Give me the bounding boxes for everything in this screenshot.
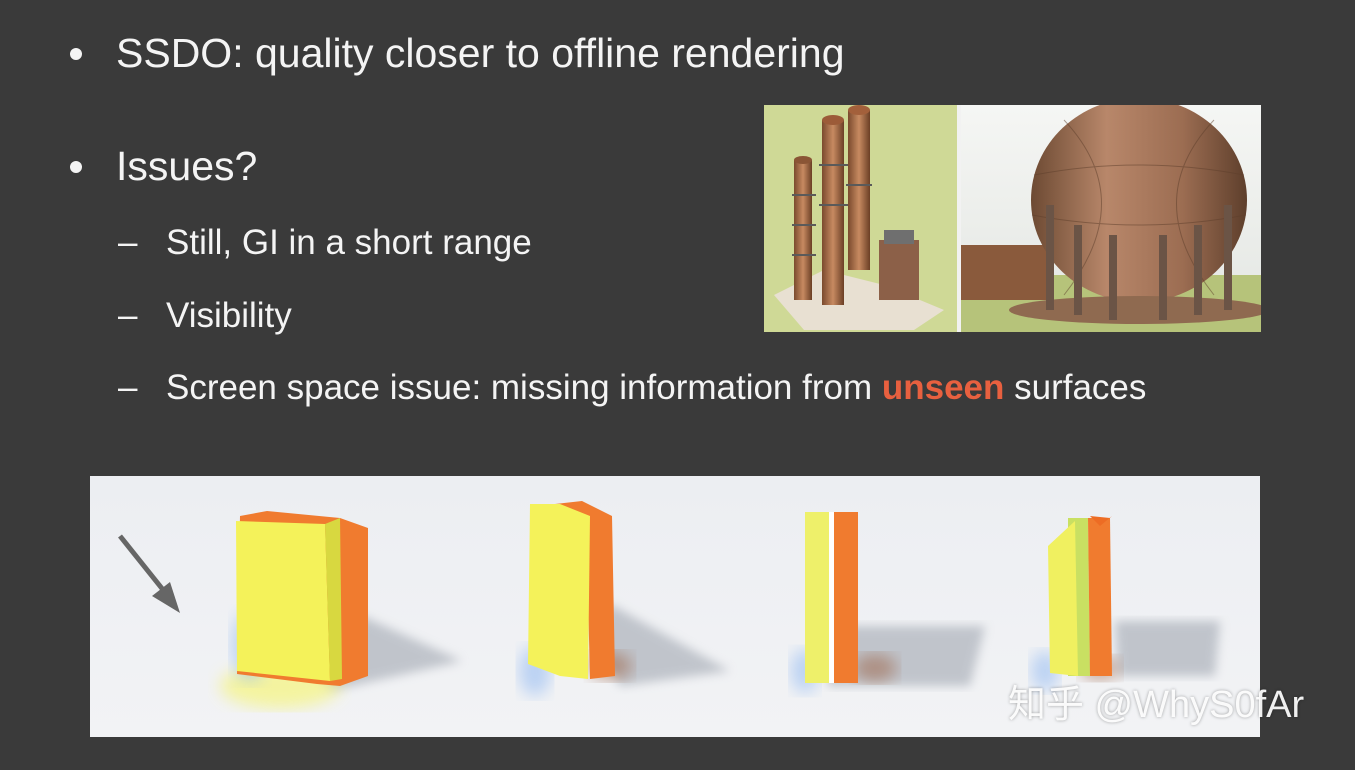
sub-item-gi-range: – Still, GI in a short range — [118, 225, 532, 260]
highlight-word: unseen — [881, 368, 1005, 407]
sub-item-text: Screen space issue: missing information … — [166, 370, 1146, 405]
dash-icon: – — [118, 223, 138, 262]
sub-item-text: Still, GI in a short range — [166, 223, 532, 262]
sub-item-suffix: surfaces — [1004, 368, 1147, 407]
watermark: 知乎 @WhyS0fAr — [1008, 684, 1305, 726]
bullet-text: SSDO: quality closer to offline renderin… — [116, 30, 845, 76]
dash-icon: – — [118, 368, 138, 407]
bullet-issues: Issues? — [70, 146, 257, 187]
sub-item-text: Visibility — [166, 296, 292, 335]
sub-item-visibility: – Visibility — [118, 298, 292, 333]
render-examples-image — [764, 105, 1261, 332]
bullet-dot-icon — [70, 160, 82, 173]
bullet-ssdo: SSDO: quality closer to offline renderin… — [70, 33, 845, 74]
bullet-text: Issues? — [116, 143, 258, 189]
bullet-dot-icon — [70, 47, 82, 60]
dash-icon: – — [118, 296, 138, 335]
sub-item-prefix: Screen space issue: missing information … — [166, 368, 882, 407]
slide: SSDO: quality closer to offline renderin… — [0, 0, 1355, 770]
sub-item-screen-space: – Screen space issue: missing informatio… — [118, 370, 1146, 405]
